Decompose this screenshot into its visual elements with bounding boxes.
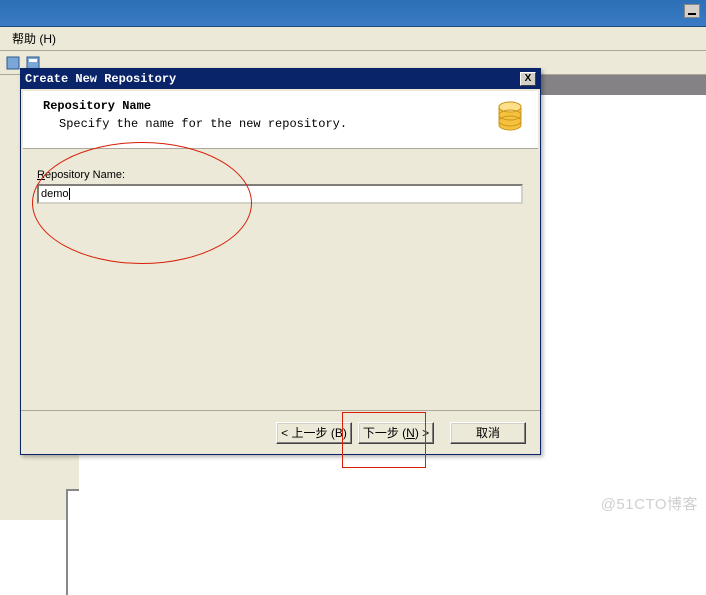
close-icon[interactable]: X bbox=[520, 72, 536, 86]
dialog-heading: Repository Name bbox=[43, 99, 524, 113]
database-icon bbox=[496, 101, 524, 133]
back-button[interactable]: < 上一步 (B) bbox=[276, 422, 352, 444]
next-button[interactable]: 下一步 (N) > bbox=[358, 422, 434, 444]
cancel-button[interactable]: 取消 bbox=[450, 422, 526, 444]
menu-help[interactable]: 帮助 (H) bbox=[6, 28, 62, 49]
create-repository-dialog: Create New Repository X Repository Name … bbox=[20, 68, 541, 455]
left-panel-edge bbox=[66, 489, 79, 595]
dialog-header: Repository Name Specify the name for the… bbox=[23, 91, 538, 149]
minimize-icon[interactable] bbox=[684, 4, 700, 18]
repository-name-value: demo bbox=[41, 188, 69, 200]
dialog-title-text: Create New Repository bbox=[25, 72, 176, 86]
dialog-titlebar[interactable]: Create New Repository X bbox=[21, 69, 540, 89]
text-cursor bbox=[69, 188, 70, 200]
dialog-subheading: Specify the name for the new repository. bbox=[59, 117, 524, 131]
watermark: @51CTO博客 bbox=[601, 493, 698, 514]
parent-window-titlebar bbox=[0, 0, 706, 27]
repository-name-input[interactable]: demo bbox=[37, 184, 523, 204]
repository-name-label: Repository Name: bbox=[37, 169, 524, 181]
menu-bar: 帮助 (H) bbox=[0, 27, 706, 51]
dialog-button-row: < 上一步 (B) 下一步 (N) > 取消 bbox=[21, 410, 540, 454]
dialog-body: Repository Name: demo bbox=[21, 151, 540, 411]
